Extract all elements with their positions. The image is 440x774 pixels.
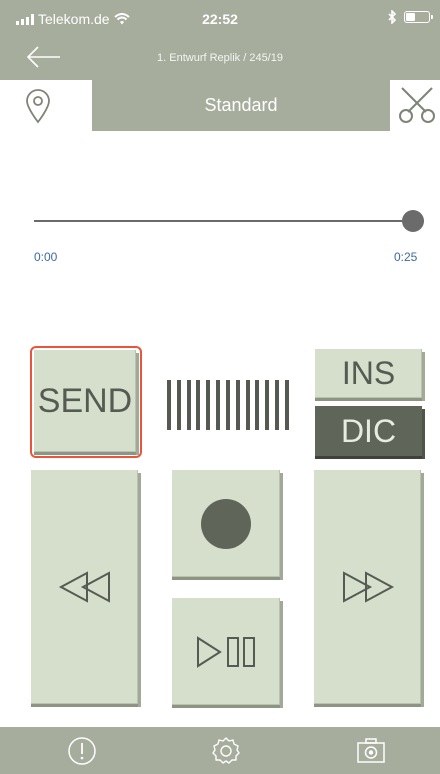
tab-standard-label: Standard (204, 95, 278, 115)
app-header: Telekom.de 22:52 1. Entwurf Replik / 245… (0, 0, 440, 80)
record-icon (201, 499, 251, 549)
tab-location[interactable] (0, 80, 92, 131)
document-title: 1. Entwurf Replik / 245/19 (157, 52, 283, 64)
record-button[interactable] (172, 470, 280, 577)
battery-level (406, 13, 416, 21)
dic-button-label: DIC (340, 412, 397, 449)
play-pause-icon (197, 636, 255, 668)
clock: 22:52 (202, 11, 238, 27)
alert-icon[interactable] (67, 736, 97, 766)
slider-knob[interactable] (402, 210, 424, 232)
mode-tabs: Standard (0, 80, 440, 131)
level-meter (167, 380, 289, 430)
ins-button-label: INS (341, 355, 396, 391)
send-button-label: SEND (37, 381, 133, 420)
tab-standard[interactable]: Standard (92, 80, 390, 131)
bluetooth-icon (388, 10, 397, 24)
fast-forward-icon (343, 571, 395, 603)
play-pause-button[interactable] (172, 598, 280, 705)
position-slider[interactable] (34, 210, 424, 232)
total-duration: 0:25 (394, 250, 418, 264)
battery-icon (404, 11, 433, 23)
location-pin-icon (26, 89, 50, 124)
gear-icon[interactable] (211, 736, 241, 766)
send-button[interactable]: SEND (34, 350, 136, 452)
slider-track (34, 220, 424, 222)
dic-button[interactable]: DIC (315, 406, 422, 456)
scissors-icon (399, 87, 435, 123)
fast-forward-button[interactable] (314, 470, 421, 704)
status-bar: Telekom.de 22:52 (0, 0, 440, 40)
tab-cut[interactable] (390, 80, 440, 131)
ins-button[interactable]: INS (315, 349, 422, 398)
status-right (388, 10, 433, 24)
camera-icon[interactable] (356, 736, 386, 766)
rewind-icon (58, 571, 110, 603)
bottom-toolbar (0, 727, 440, 774)
rewind-button[interactable] (31, 470, 138, 704)
elapsed-time: 0:00 (34, 250, 58, 264)
